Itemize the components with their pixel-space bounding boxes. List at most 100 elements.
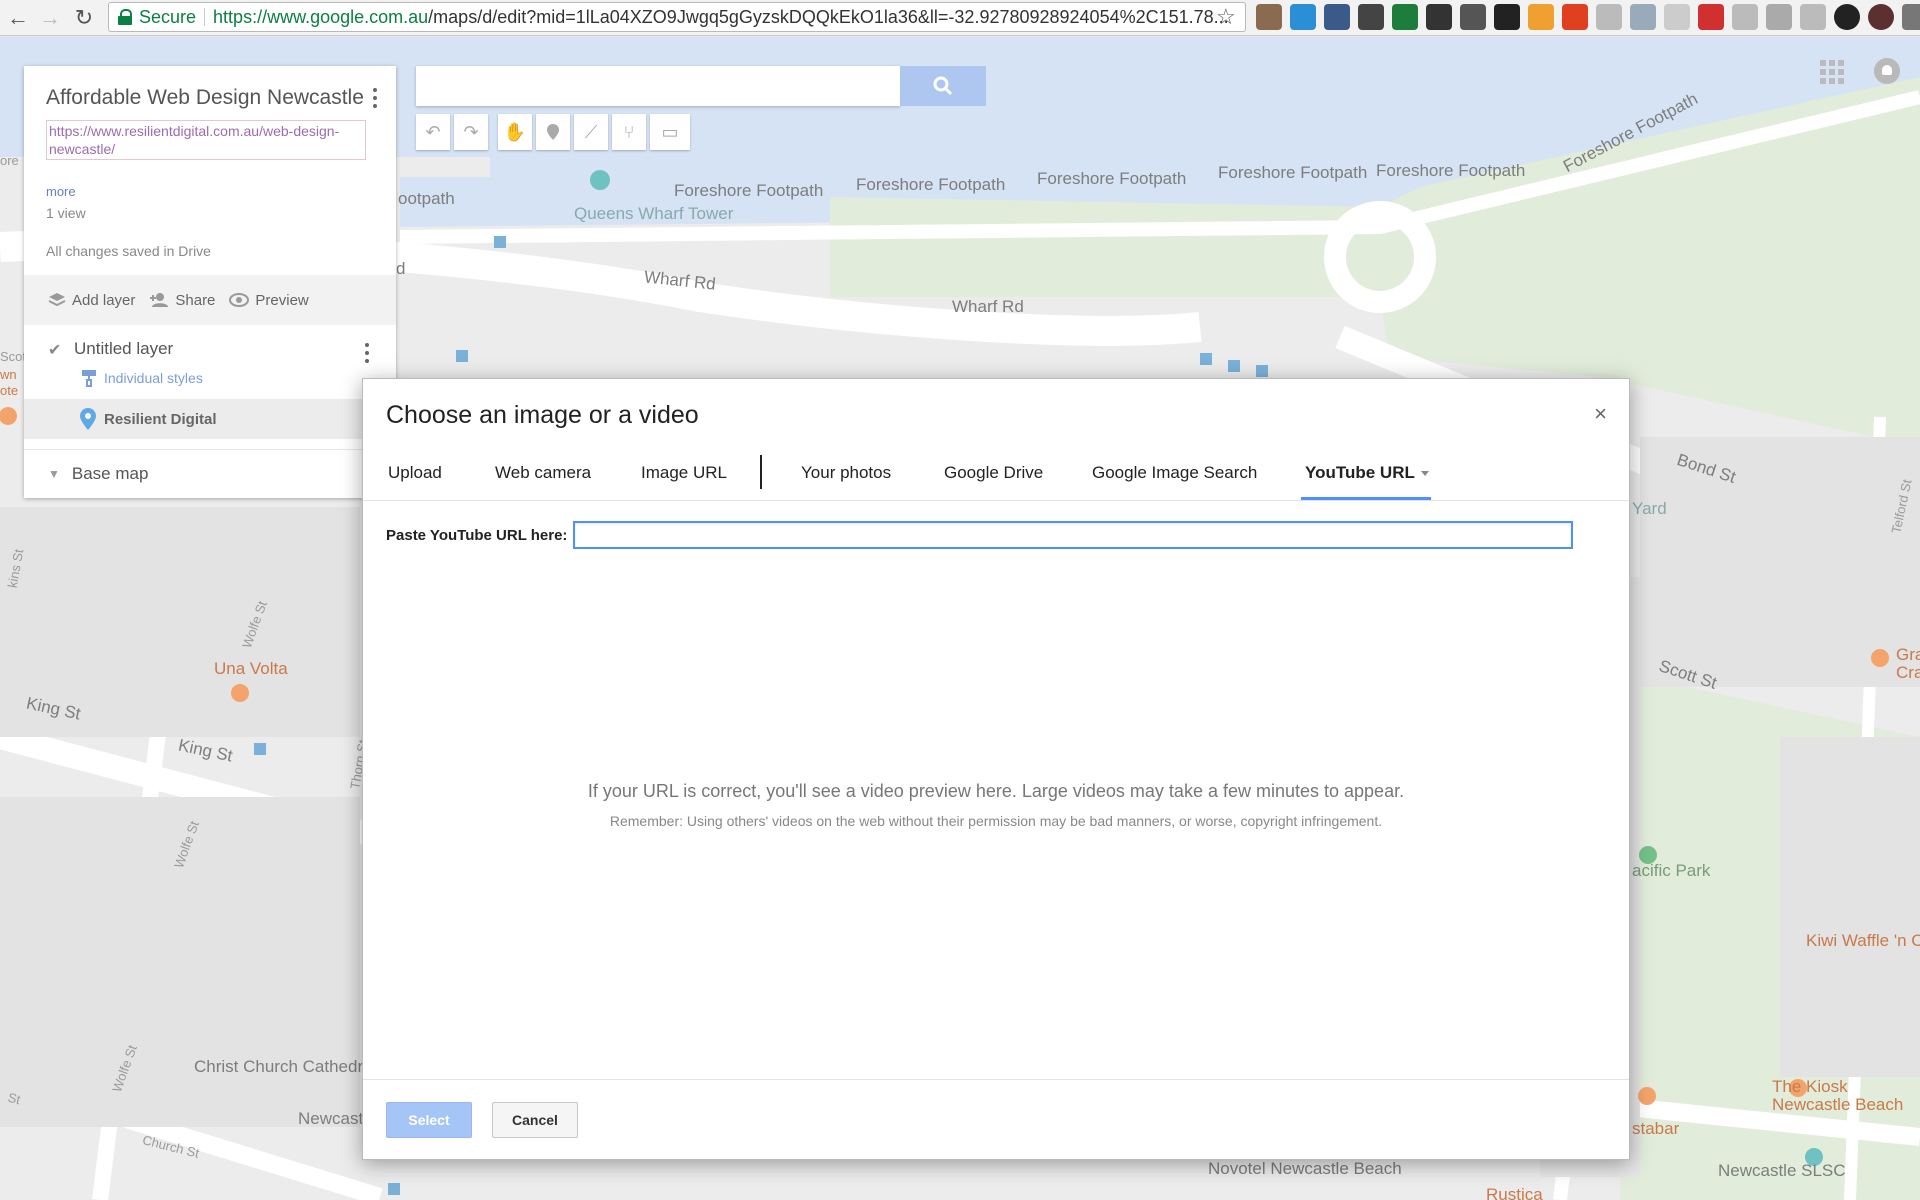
layer-name[interactable]: Untitled layer <box>74 339 173 359</box>
checkbox-checked-icon[interactable]: ✔ <box>48 340 66 359</box>
panel-actions: Add layer Share Preview <box>24 275 396 325</box>
individual-styles-label: Individual styles <box>104 370 203 386</box>
map-label: ore <box>0 153 19 168</box>
layer-options-icon[interactable] <box>364 343 370 363</box>
save-status: All changes saved in Drive <box>46 243 211 259</box>
bookmark-star-icon[interactable]: ☆ <box>1216 4 1236 30</box>
map-label: Novotel Newcastle Beach <box>1208 1159 1402 1178</box>
preview-button[interactable]: Preview <box>229 291 309 309</box>
feature-item-resilient-digital[interactable]: Resilient Digital <box>24 399 396 439</box>
extension-icon[interactable] <box>1902 4 1920 30</box>
map-label: stabar <box>1632 1119 1680 1138</box>
paint-roller-icon <box>82 370 96 387</box>
notifications-icon[interactable] <box>1874 58 1900 84</box>
marker-glyph <box>547 124 559 140</box>
tab-image-url[interactable]: Image URL <box>641 463 727 483</box>
reload-icon[interactable]: ↻ <box>70 4 98 32</box>
tab-youtube-url[interactable]: YouTube URL <box>1305 463 1429 483</box>
map-search-input[interactable] <box>416 66 900 106</box>
ruler-icon[interactable]: ▭ <box>650 114 690 150</box>
tab-google-image-search[interactable]: Google Image Search <box>1092 463 1257 483</box>
share-button[interactable]: Share <box>149 292 215 309</box>
extension-icon[interactable] <box>1392 4 1418 30</box>
text-cursor-divider <box>760 455 762 489</box>
extension-icon[interactable] <box>1732 4 1758 30</box>
map-pin-icon <box>80 408 96 430</box>
share-label: Share <box>175 291 216 309</box>
directions-icon[interactable]: ⑂ <box>612 114 646 150</box>
map-info: Affordable Web Design Newcastle https://… <box>24 66 396 275</box>
cancel-button[interactable]: Cancel <box>492 1102 578 1138</box>
map-label: Scot <box>0 349 27 364</box>
extension-icon[interactable] <box>1664 4 1690 30</box>
hand-icon[interactable]: ✋ <box>498 114 532 150</box>
back-arrow-icon[interactable]: ← <box>4 4 32 32</box>
extension-icon[interactable] <box>1324 4 1350 30</box>
profile-avatar[interactable] <box>1868 4 1894 30</box>
map-description[interactable]: https://www.resilientdigital.com.au/web-… <box>46 120 366 160</box>
search-button[interactable] <box>900 66 986 106</box>
add-layer-button[interactable]: Add layer <box>48 292 135 309</box>
extension-icon[interactable] <box>1766 4 1792 30</box>
extension-icon[interactable] <box>1494 4 1520 30</box>
tab-web-camera[interactable]: Web camera <box>495 463 591 483</box>
search-icon <box>933 76 953 96</box>
apps-grid-icon[interactable] <box>1820 60 1844 84</box>
map-label: Kiwi Waffle 'n C <box>1806 931 1920 950</box>
map-label: acific Park <box>1632 861 1711 880</box>
map-label: Cra <box>1896 663 1920 682</box>
extension-icon[interactable] <box>1630 4 1656 30</box>
extension-icon[interactable] <box>1800 4 1826 30</box>
extension-icon[interactable] <box>1290 4 1316 30</box>
extension-icon[interactable] <box>1528 4 1554 30</box>
url-path: /maps/d/edit?mid=1lLa04XZO9Jwgq5gGyzskDQ… <box>428 6 1229 27</box>
close-icon[interactable]: × <box>1594 401 1607 427</box>
map-label: Foreshore Footpath <box>856 175 1006 194</box>
individual-styles-link[interactable]: Individual styles <box>24 369 396 387</box>
youtube-url-input[interactable] <box>573 521 1573 549</box>
map-label: Rustica <box>1486 1185 1543 1200</box>
browser-toolbar: ← → ↻ Secure https://www.google.com.au/m… <box>0 0 1920 36</box>
map-label: Wharf Rd <box>952 297 1024 316</box>
add-layer-label: Add layer <box>72 291 136 309</box>
extension-icon[interactable] <box>1698 4 1724 30</box>
more-vert-icon[interactable] <box>372 88 378 108</box>
active-tab-indicator <box>1301 497 1431 500</box>
tab-your-photos[interactable]: Your photos <box>801 463 891 483</box>
forward-arrow-icon[interactable]: → <box>36 4 64 32</box>
tab-google-drive[interactable]: Google Drive <box>944 463 1043 483</box>
more-link[interactable]: more <box>46 184 374 199</box>
base-map-toggle[interactable]: ▼ Base map <box>24 450 396 498</box>
map-label: Una Volta <box>214 659 288 678</box>
copyright-note: Remember: Using others' videos on the we… <box>609 813 1383 829</box>
lock-icon <box>117 9 133 25</box>
extension-icon[interactable] <box>1834 4 1860 30</box>
extension-icon[interactable] <box>1426 4 1452 30</box>
url-domain: https://www.google.com.au <box>213 6 429 27</box>
dropdown-caret-icon <box>1420 471 1429 477</box>
map-label: Yard <box>1632 499 1667 518</box>
preview-label: Preview <box>255 291 309 309</box>
map-label: Gra <box>1896 645 1920 664</box>
extension-icon[interactable] <box>1256 4 1282 30</box>
extension-icon[interactable] <box>1460 4 1486 30</box>
extension-icon[interactable] <box>1562 4 1588 30</box>
map-title[interactable]: Affordable Web Design Newcastle <box>46 86 374 110</box>
map-label: Foreshore Footpath <box>1037 169 1187 188</box>
map-label: Foreshore Footpath <box>1218 163 1368 182</box>
map-label: d <box>396 259 406 278</box>
redo-icon[interactable]: ↷ <box>454 114 488 150</box>
secure-label: Secure <box>139 6 197 27</box>
undo-icon[interactable]: ↶ <box>416 114 450 150</box>
draw-line-icon[interactable]: ⟋ <box>574 114 608 150</box>
layer-section: ✔ Untitled layer Individual styles Resil… <box>24 325 396 450</box>
tab-upload[interactable]: Upload <box>388 463 442 483</box>
extension-icon[interactable] <box>1358 4 1384 30</box>
feature-name: Resilient Digital <box>104 410 217 428</box>
select-button[interactable]: Select <box>386 1102 472 1138</box>
map-label: Queens Wharf Tower <box>574 204 734 223</box>
layer-header[interactable]: ✔ Untitled layer <box>24 339 396 359</box>
address-bar[interactable]: Secure https://www.google.com.au/maps/d/… <box>108 2 1246 32</box>
add-marker-icon[interactable] <box>536 114 570 150</box>
extension-icon[interactable] <box>1596 4 1622 30</box>
